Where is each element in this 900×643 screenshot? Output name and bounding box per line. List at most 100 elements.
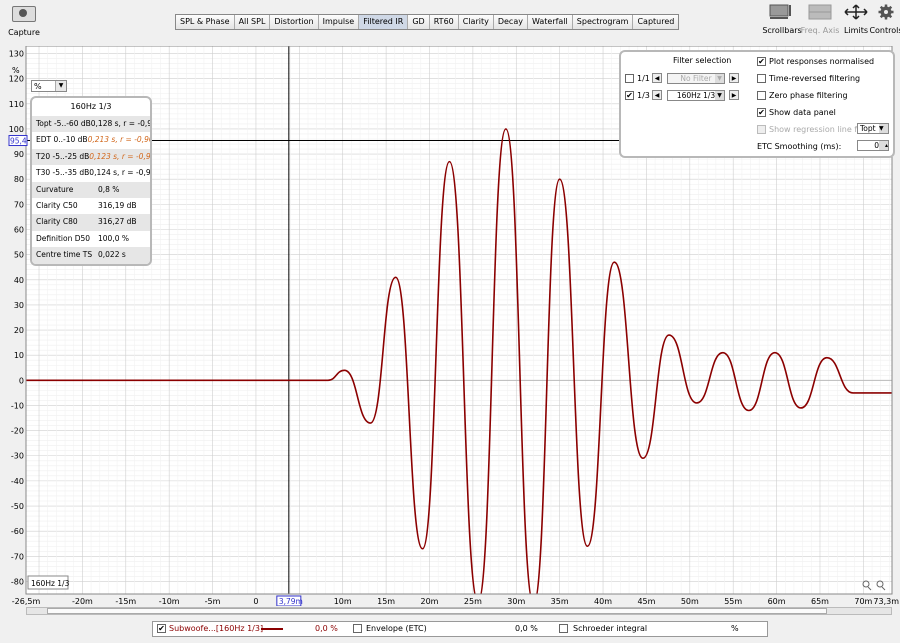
cursor-x-readout: 3,79m <box>279 597 303 606</box>
y-tick-label: -40 <box>11 477 24 486</box>
data-panel: 160Hz 1/3 Topt -5..-60 dB 0,128 s, r = -0… <box>30 96 152 266</box>
y-tick-label: 50 <box>14 251 24 260</box>
tab-waterfall[interactable]: Waterfall <box>527 15 573 29</box>
y-tick-label: -20 <box>11 427 24 436</box>
data-panel-row: Topt -5..-60 dB0,128 s, r = -0,998 <box>32 116 152 133</box>
x-tick-label: 25m <box>464 597 482 606</box>
tab-rt60[interactable]: RT60 <box>429 15 459 29</box>
octave-1-3-label: 1/3 <box>637 91 650 100</box>
y-unit-select[interactable]: % ▼ <box>31 80 67 92</box>
series-swatch <box>261 628 283 630</box>
data-panel-row: Curvature 0,8 % <box>32 181 150 198</box>
data-panel-row: Definition D50 100,0 % <box>32 231 150 247</box>
spinner-icon[interactable]: ▴ <box>879 141 888 150</box>
next-filter-1-1-button[interactable]: ▶ <box>729 73 739 83</box>
envelope-checkbox[interactable] <box>353 624 362 633</box>
x-tick-label: 40m <box>594 597 612 606</box>
x-tick-label: 55m <box>724 597 742 606</box>
x-tick-label: -20m <box>72 597 93 606</box>
data-panel-row: Clarity C50 316,19 dB <box>32 198 150 214</box>
plot-normalised-label: Plot responses normalised <box>769 57 875 66</box>
data-row-value: 100,0 % <box>98 233 129 243</box>
show-regression-checkbox[interactable] <box>757 125 766 134</box>
y-tick-label: -30 <box>11 452 24 461</box>
zero-phase-label: Zero phase filtering <box>769 91 848 100</box>
tab-filtered-ir[interactable]: Filtered IR <box>359 15 409 29</box>
tab-decay[interactable]: Decay <box>493 15 528 29</box>
schroeder-checkbox[interactable] <box>559 624 568 633</box>
chevron-down-icon: ▼ <box>715 74 724 83</box>
next-filter-1-3-button[interactable]: ▶ <box>729 90 739 100</box>
tab-impulse[interactable]: Impulse <box>318 15 360 29</box>
no-filter-select[interactable]: No Filter ▼ <box>667 73 725 84</box>
x-scrollbar-thumb[interactable] <box>47 608 827 614</box>
schroeder-label: Schroeder integral <box>573 624 648 633</box>
data-row-label: T30 -5..-35 dB <box>36 168 90 178</box>
y-tick-label: 70 <box>14 200 24 209</box>
x-tick-label: -5m <box>205 597 221 606</box>
tab-spl-phase[interactable]: SPL & Phase <box>176 15 235 29</box>
data-row-value: 0,123 s, r = -0,971 <box>89 151 151 161</box>
data-row-label: EDT 0..-10 dB <box>36 135 88 145</box>
y-tick-label: 40 <box>14 276 24 285</box>
y-tick-label: -60 <box>11 527 24 536</box>
capture-button[interactable]: Capture <box>4 4 44 37</box>
tab-captured[interactable]: Captured <box>633 15 679 29</box>
series-visibility-checkbox[interactable] <box>157 624 166 633</box>
y-tick-label: 90 <box>14 150 24 159</box>
filter-select[interactable]: 160Hz 1/3 ▼ <box>667 90 725 101</box>
y-tick-label: 130 <box>9 50 24 59</box>
capture-label: Capture <box>8 28 40 37</box>
cursor-y-readout: 95,4 <box>10 137 27 146</box>
time-reversed-checkbox[interactable] <box>757 74 766 83</box>
y-tick-label: 80 <box>14 175 24 184</box>
data-row-label: Topt -5..-60 dB <box>36 119 91 128</box>
series-value: 0,0 % <box>315 624 338 633</box>
x-tick-label: 15m <box>377 597 395 606</box>
chevron-down-icon: ▼ <box>715 91 724 100</box>
y-tick-label: -80 <box>11 577 24 586</box>
y-tick-label: 100 <box>9 125 24 134</box>
data-panel-row: Clarity C80 316,27 dB <box>32 214 150 231</box>
x-scrollbar[interactable] <box>26 607 892 615</box>
regression-select[interactable]: Topt ▼ <box>857 123 889 134</box>
chevron-down-icon: ▼ <box>879 124 888 133</box>
tab-all-spl[interactable]: All SPL <box>234 15 271 29</box>
y-tick-label: 20 <box>14 326 24 335</box>
camera-icon <box>12 6 36 22</box>
controls-button[interactable]: Controls <box>866 4 900 35</box>
plot-normalised-checkbox[interactable] <box>757 57 766 66</box>
legend-bar: Subwoofe...[160Hz 1/3] 0,0 % Envelope (E… <box>152 621 768 637</box>
regression-select-value: Topt <box>860 124 876 133</box>
gear-icon <box>878 4 894 20</box>
tab-gd[interactable]: GD <box>408 15 430 29</box>
y-tick-label: 30 <box>14 301 24 310</box>
no-filter-value: No Filter <box>680 74 712 83</box>
graph-tabs: SPL & Phase All SPL Distortion Impulse Filte… <box>175 14 680 30</box>
x-tick-label: 0 <box>253 597 258 606</box>
data-row-value: 0,128 s, r = -0,998 <box>90 119 152 128</box>
data-row-value: 0,213 s, r = -0,903 <box>87 135 152 145</box>
envelope-label: Envelope (ETC) <box>366 624 427 633</box>
prev-filter-1-1-button[interactable]: ◀ <box>652 73 662 83</box>
show-data-panel-checkbox[interactable] <box>757 108 766 117</box>
tab-clarity[interactable]: Clarity <box>458 15 494 29</box>
octave-1-3-checkbox[interactable] <box>625 91 634 100</box>
x-tick-label: 50m <box>681 597 699 606</box>
data-row-label: T20 -5..-25 dB <box>36 151 90 161</box>
envelope-value: 0,0 % <box>515 624 538 633</box>
data-row-label: Clarity C80 <box>36 217 78 227</box>
controls-label: Controls <box>869 26 900 35</box>
y-tick-label: -50 <box>11 502 24 511</box>
octave-1-1-checkbox[interactable] <box>625 74 634 83</box>
x-tick-label: 35m <box>551 597 569 606</box>
tab-spectrogram[interactable]: Spectrogram <box>572 15 634 29</box>
zero-phase-checkbox[interactable] <box>757 91 766 100</box>
tab-distortion[interactable]: Distortion <box>270 15 319 29</box>
y-tick-label: -10 <box>11 401 24 410</box>
filter-select-value: 160Hz 1/3 <box>676 91 716 100</box>
y-tick-label: 60 <box>14 226 24 235</box>
prev-filter-1-3-button[interactable]: ◀ <box>652 90 662 100</box>
show-data-panel-label: Show data panel <box>769 108 836 117</box>
etc-smoothing-input[interactable]: 0 ▴ <box>857 140 889 151</box>
